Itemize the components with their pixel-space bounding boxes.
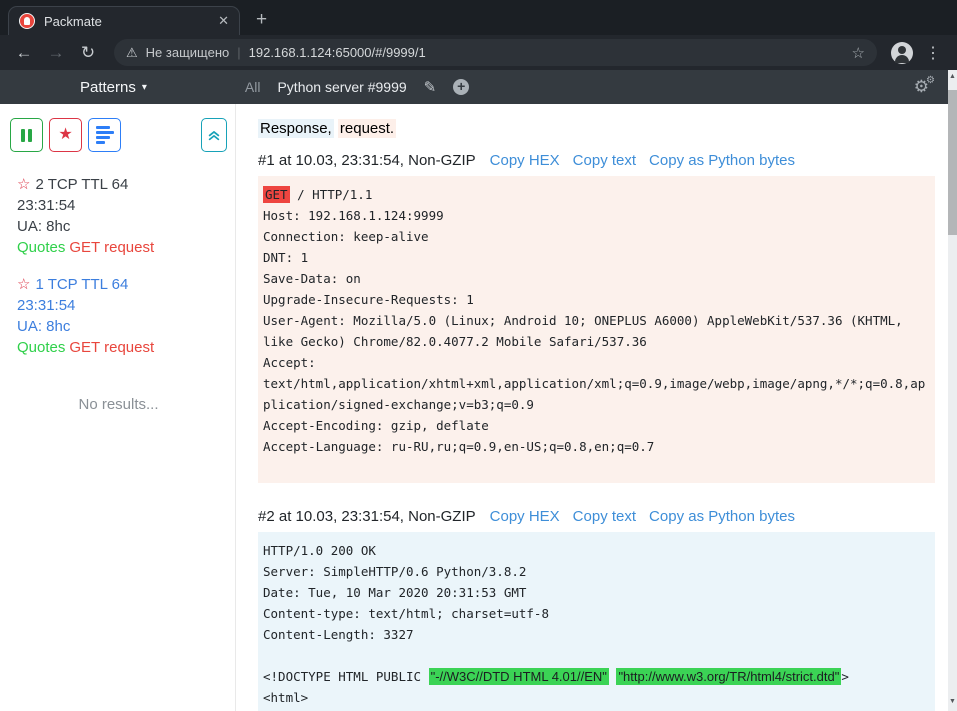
browser-tab[interactable]: Packmate ✕ [8, 6, 240, 35]
bookmark-star-icon[interactable]: ☆ [852, 44, 865, 62]
browser-menu-icon[interactable]: ⋮ [921, 43, 945, 63]
star-icon: ★ [58, 127, 72, 143]
highlight-red: GET [263, 186, 290, 203]
stream-time: 23:31:54 [17, 195, 227, 216]
packet-body: GET / HTTP/1.1 Host: 192.168.1.124:9999 … [258, 176, 935, 483]
scroll-down-icon[interactable]: ▼ [949, 695, 956, 709]
packet-body: HTTP/1.0 200 OK Server: SimpleHTTP/0.6 P… [258, 532, 935, 711]
forward-icon[interactable]: → [44, 43, 68, 63]
scroll-up-icon[interactable]: ▲ [949, 70, 956, 84]
stream-pattern-tag: GET request [69, 239, 154, 256]
stream-ua: UA: 8hc [17, 316, 227, 337]
copy-action-link[interactable]: Copy as Python bytes [649, 508, 795, 525]
profile-avatar[interactable] [891, 42, 913, 64]
packet: #2 at 10.03, 23:31:54, Non-GZIP Copy HEX… [258, 508, 935, 711]
stream-list-item[interactable]: ☆ 2 TCP TTL 64 23:31:54 UA: 8hc QuotesGET… [10, 174, 227, 274]
list-icon [96, 124, 114, 146]
browser-tab-bar: Packmate ✕ + [0, 0, 957, 35]
stream-sidebar: ★ ☆2 TCP TTL 64 23:31:54 UA: 8hc QuotesG… [0, 104, 236, 711]
tab-title: Packmate [44, 14, 209, 29]
packmate-favicon [19, 13, 35, 29]
packet-list: #1 at 10.03, 23:31:54, Non-GZIP Copy HEX… [258, 152, 935, 711]
sidebar-toolbar: ★ [10, 118, 227, 152]
packet-header-label: #1 at 10.03, 23:31:54, Non-GZIP [258, 152, 476, 169]
security-warning-icon[interactable]: ⚠ [126, 45, 138, 61]
patterns-label: Patterns [80, 79, 136, 96]
favorites-filter-button[interactable]: ★ [49, 118, 82, 152]
stream-star-icon[interactable]: ☆ [17, 276, 30, 293]
tab-close-icon[interactable]: ✕ [218, 13, 229, 29]
stream-title: 2 TCP TTL 64 [35, 176, 128, 193]
new-tab-icon[interactable]: + [256, 9, 267, 31]
app-navbar: Patterns ▾ All Python server #9999 ✎ + ⚙… [0, 70, 957, 104]
stream-pattern-tag: Quotes [17, 239, 65, 256]
browser-toolbar: ← → ↻ ⚠ Не защищено | 192.168.1.124:6500… [0, 35, 957, 70]
highlight-request: request. [338, 119, 396, 138]
pause-icon [21, 129, 32, 142]
no-results-label: No results... [10, 396, 227, 413]
stream-list: ☆2 TCP TTL 64 23:31:54 UA: 8hc QuotesGET… [10, 174, 227, 374]
copy-action-link[interactable]: Copy text [573, 152, 636, 169]
packet-header: #2 at 10.03, 23:31:54, Non-GZIP Copy HEX… [258, 508, 935, 525]
reload-icon[interactable]: ↻ [76, 43, 100, 63]
scrollbar-thumb[interactable] [948, 90, 957, 235]
highlight-green: "-//W3C//DTD HTML 4.01//EN" [429, 668, 609, 685]
stream-ua: UA: 8hc [17, 216, 227, 237]
stream-star-icon[interactable]: ☆ [17, 176, 30, 193]
intro-line: Response, request. [258, 120, 935, 137]
packet: #1 at 10.03, 23:31:54, Non-GZIP Copy HEX… [258, 152, 935, 483]
stream-pattern-tag: Quotes [17, 339, 65, 356]
list-options-button[interactable] [88, 118, 121, 152]
chevron-down-icon: ▾ [142, 82, 147, 93]
scrollbar[interactable]: ▲ ▼ [948, 70, 957, 711]
nav-item-all[interactable]: All [245, 79, 261, 95]
stream-list-item[interactable]: ☆ 1 TCP TTL 64 23:31:54 UA: 8hc QuotesGET… [10, 274, 227, 374]
stream-patterns: QuotesGET request [17, 237, 227, 258]
packet-actions: Copy HEX Copy text Copy as Python bytes [490, 152, 795, 169]
stream-content: Response, request. #1 at 10.03, 23:31:54… [236, 104, 957, 711]
back-icon[interactable]: ← [12, 43, 36, 63]
settings-icon[interactable]: ⚙ ⚙ [914, 77, 929, 97]
stream-title: 1 TCP TTL 64 [35, 276, 128, 293]
stream-title-line: ☆ 2 TCP TTL 64 [17, 174, 227, 195]
patterns-dropdown[interactable]: Patterns ▾ [80, 79, 147, 96]
copy-action-link[interactable]: Copy HEX [490, 152, 560, 169]
double-chevron-up-icon [207, 128, 221, 142]
packet-header-label: #2 at 10.03, 23:31:54, Non-GZIP [258, 508, 476, 525]
packet-header: #1 at 10.03, 23:31:54, Non-GZIP Copy HEX… [258, 152, 935, 169]
packet-actions: Copy HEX Copy text Copy as Python bytes [490, 508, 795, 525]
add-service-icon[interactable]: + [453, 79, 469, 95]
edit-icon[interactable]: ✎ [424, 78, 437, 96]
pause-capture-button[interactable] [10, 118, 43, 152]
stream-patterns: QuotesGET request [17, 337, 227, 358]
url-text[interactable]: 192.168.1.124:65000/#/9999/1 [249, 45, 844, 60]
copy-action-link[interactable]: Copy as Python bytes [649, 152, 795, 169]
stream-title-line: ☆ 1 TCP TTL 64 [17, 274, 227, 295]
copy-action-link[interactable]: Copy HEX [490, 508, 560, 525]
copy-action-link[interactable]: Copy text [573, 508, 636, 525]
collapse-button[interactable] [201, 118, 227, 152]
stream-pattern-tag: GET request [69, 339, 154, 356]
page-body: ★ ☆2 TCP TTL 64 23:31:54 UA: 8hc QuotesG… [0, 104, 957, 711]
security-label[interactable]: Не защищено [146, 45, 230, 60]
nav-item-service[interactable]: Python server #9999 [277, 79, 406, 95]
stream-time: 23:31:54 [17, 295, 227, 316]
highlight-response: Response, [258, 119, 334, 138]
url-separator: | [237, 45, 240, 60]
address-bar[interactable]: ⚠ Не защищено | 192.168.1.124:65000/#/99… [114, 39, 877, 66]
highlight-green: "http://www.w3.org/TR/html4/strict.dtd" [616, 668, 841, 685]
